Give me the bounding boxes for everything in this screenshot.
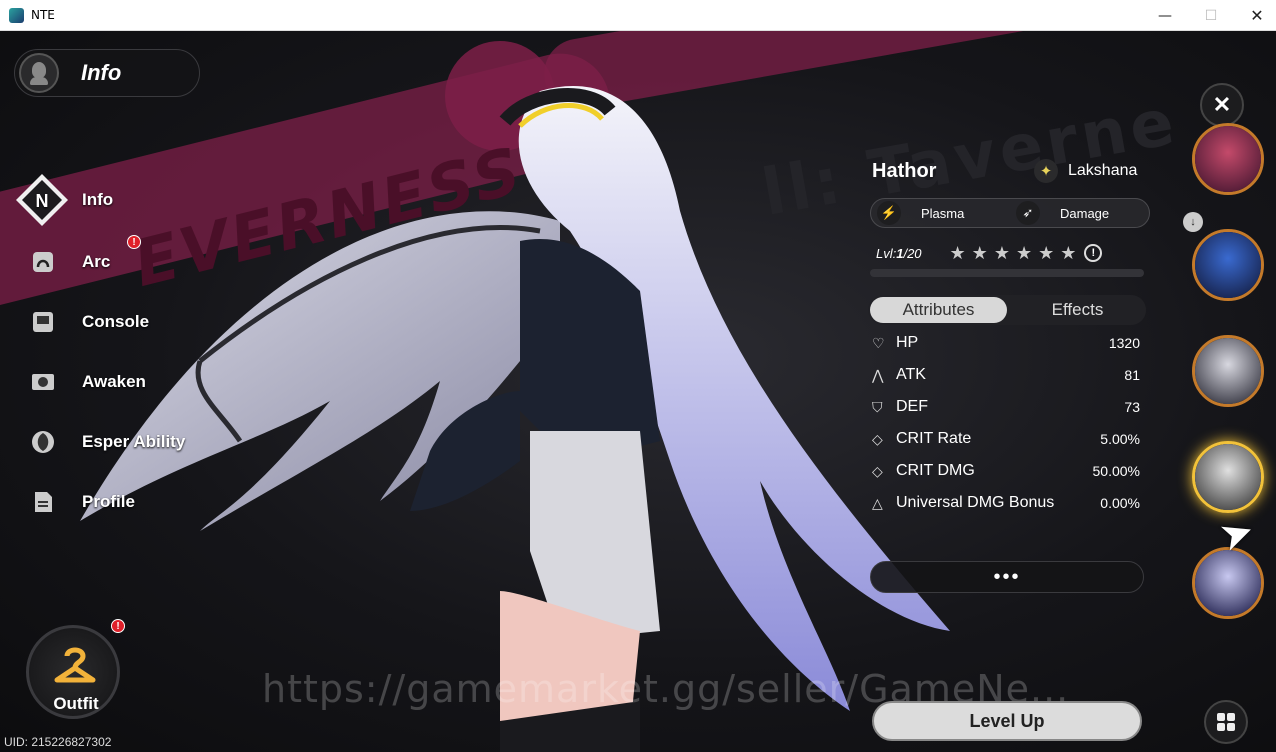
nav-item-console[interactable]: Console	[28, 307, 149, 337]
attribute-label: ATK	[896, 366, 926, 383]
character-tags: ⚡ Plasma ➶ Damage	[870, 198, 1150, 228]
tag-label: Plasma	[921, 205, 965, 221]
attribute-row-atk: ⋀ ATK 81	[872, 362, 1140, 388]
nav-item-label: Awaken	[82, 372, 146, 391]
outfit-button[interactable]: Outfit	[26, 625, 120, 719]
attribute-row-crit-rate: ◇ CRIT Rate 5.00%	[872, 426, 1140, 452]
level-progress-bar	[870, 269, 1144, 277]
shield-icon: ⛉	[872, 398, 883, 415]
crit-rate-icon: ◇	[872, 430, 883, 447]
attribute-value: 5.00%	[1100, 431, 1140, 447]
nav-item-label: Console	[82, 312, 150, 331]
attribute-value: 0.00%	[1100, 495, 1140, 511]
info-header: Info	[14, 49, 200, 97]
tag-plasma: ⚡ Plasma	[871, 199, 1010, 227]
nte-logo-icon: N	[14, 172, 70, 228]
console-icon	[28, 307, 58, 337]
outfit-label: Outfit	[53, 694, 99, 713]
more-attributes-button[interactable]: •••	[870, 561, 1144, 593]
tab-attributes[interactable]: Attributes	[870, 297, 1007, 323]
nav-item-label: Arc	[82, 252, 111, 271]
faction-star-icon: ✦	[1034, 159, 1058, 183]
attribute-value: 1320	[1108, 335, 1140, 351]
game-viewport: EVERNESS ll: Taverne Info N Info Arc ! C…	[0, 31, 1276, 752]
attribute-label: CRIT Rate	[896, 430, 972, 447]
nav-item-label: Esper Ability	[82, 432, 186, 451]
lock-icon[interactable]: !	[1084, 244, 1103, 262]
window-titlebar: NTE — ☐ ✕	[0, 0, 1276, 31]
grid-icon	[1217, 713, 1235, 731]
nav-item-label: Profile	[82, 492, 135, 511]
attribute-label: DEF	[896, 398, 928, 415]
window-title: NTE	[31, 8, 55, 22]
crit-dmg-icon: ◇	[872, 462, 883, 479]
user-avatar-icon[interactable]	[19, 53, 59, 93]
notification-badge: !	[127, 235, 141, 249]
nav-item-label: Info	[82, 190, 114, 209]
window-close-button[interactable]: ✕	[1234, 0, 1276, 31]
star-rating: ★★★★★★	[949, 242, 1083, 263]
character-model	[80, 86, 950, 752]
character-faction: ✦ Lakshana	[1034, 159, 1137, 183]
character-portrait-1[interactable]	[1192, 123, 1264, 195]
tab-effects[interactable]: Effects	[1009, 295, 1146, 325]
faction-label: Lakshana	[1068, 162, 1138, 179]
close-button[interactable]: ✕	[1200, 83, 1244, 127]
arc-icon	[28, 247, 58, 277]
character-portrait-3[interactable]	[1192, 335, 1264, 407]
plasma-icon: ⚡	[877, 201, 901, 225]
level-prefix: Lvl:	[876, 245, 897, 261]
profile-icon	[28, 487, 58, 517]
character-name: Hathor	[872, 160, 937, 182]
level-up-button[interactable]: Level Up	[872, 701, 1142, 741]
notification-badge: !	[111, 619, 125, 633]
nav-item-info[interactable]: N Info	[14, 172, 113, 228]
minimize-button[interactable]: —	[1142, 0, 1188, 31]
tag-damage: ➶ Damage	[1010, 199, 1149, 227]
tag-label: Damage	[1060, 205, 1110, 221]
attribute-row-universal-dmg: △ Universal DMG Bonus 0.00%	[872, 490, 1140, 516]
uid-label: UID: 215226827302	[4, 735, 112, 749]
atk-icon: ⋀	[872, 366, 884, 383]
level-max: /20	[903, 245, 922, 261]
character-portrait-4[interactable]	[1192, 441, 1264, 513]
grid-menu-button[interactable]	[1204, 700, 1248, 744]
heart-icon: ♡	[872, 334, 885, 351]
svg-text:N: N	[36, 191, 49, 211]
arrow-down-icon: ↓	[1183, 212, 1203, 232]
triangle-icon: △	[872, 494, 883, 511]
nav-item-arc[interactable]: Arc	[28, 247, 110, 277]
level-label: Lvl:1/20	[876, 246, 922, 261]
attribute-row-hp: ♡ HP 1320	[872, 330, 1140, 356]
maximize-button[interactable]: ☐	[1188, 0, 1234, 31]
hanger-icon	[53, 644, 97, 698]
app-icon	[9, 8, 24, 23]
attribute-row-crit-dmg: ◇ CRIT DMG 50.00%	[872, 458, 1140, 484]
attribute-label: Universal DMG Bonus	[896, 494, 1055, 511]
attribute-value: 73	[1124, 399, 1140, 415]
damage-icon: ➶	[1016, 201, 1040, 225]
level-row: Lvl:1/20 ★★★★★★ !	[876, 241, 1144, 265]
attribute-row-def: ⛉ DEF 73	[872, 394, 1140, 420]
awaken-icon	[28, 367, 58, 397]
header-title: Info	[81, 60, 122, 85]
attribute-label: HP	[896, 334, 919, 351]
nav-item-esper-ability[interactable]: Esper Ability	[28, 427, 185, 457]
nav-item-awaken[interactable]: Awaken	[28, 367, 146, 397]
attribute-label: CRIT DMG	[896, 462, 975, 479]
character-portrait-2[interactable]	[1192, 229, 1264, 301]
esper-ability-icon	[28, 427, 58, 457]
nav-item-profile[interactable]: Profile	[28, 487, 135, 517]
attribute-value: 81	[1124, 367, 1140, 383]
attribute-value: 50.00%	[1092, 463, 1140, 479]
tab-switcher: Attributes Effects	[868, 295, 1146, 325]
